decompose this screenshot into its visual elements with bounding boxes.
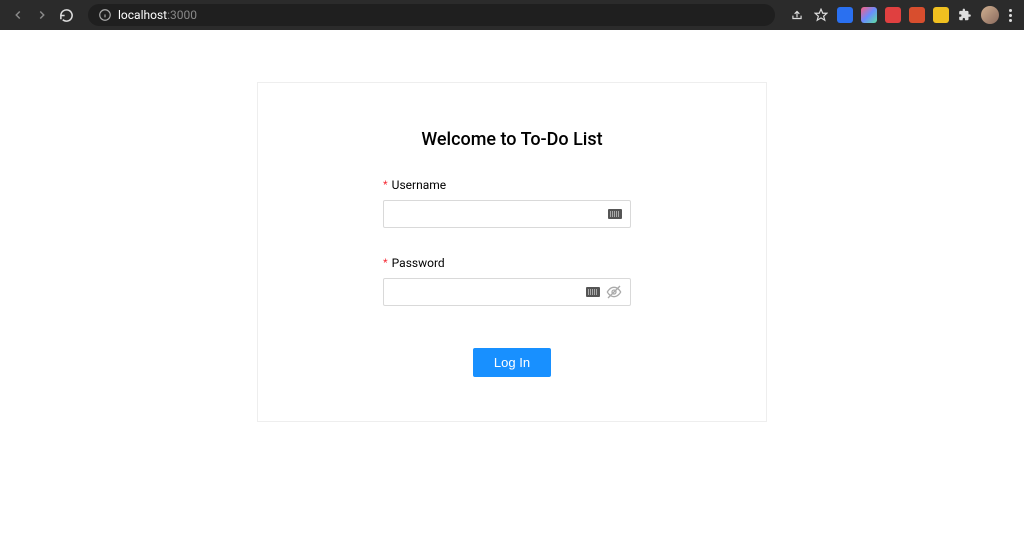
browser-chrome: localhost:3000 <box>0 0 1024 30</box>
password-row: * Password <box>383 256 641 306</box>
page-body: Welcome to To-Do List * Username * Passw… <box>0 30 1024 537</box>
extension-icon[interactable] <box>861 7 877 23</box>
profile-avatar[interactable] <box>981 6 999 24</box>
login-card: Welcome to To-Do List * Username * Passw… <box>257 82 767 422</box>
address-bar[interactable]: localhost:3000 <box>88 4 775 26</box>
password-input-wrap <box>383 278 631 306</box>
login-button[interactable]: Log In <box>473 348 551 377</box>
menu-dots-icon[interactable] <box>1007 9 1014 22</box>
bookmark-star-icon[interactable] <box>813 7 829 23</box>
extension-icon[interactable] <box>885 7 901 23</box>
required-mark: * <box>383 178 388 192</box>
page-title: Welcome to To-Do List <box>258 129 766 150</box>
password-input[interactable] <box>392 285 582 300</box>
extension-icon[interactable] <box>909 7 925 23</box>
username-input-wrap <box>383 200 631 228</box>
username-label: * Username <box>383 178 641 192</box>
share-icon[interactable] <box>789 7 805 23</box>
extension-icon[interactable] <box>933 7 949 23</box>
extension-icon[interactable] <box>837 7 853 23</box>
required-mark: * <box>383 256 388 270</box>
submit-row: Log In <box>383 348 641 377</box>
reload-button[interactable] <box>58 7 74 23</box>
password-label: * Password <box>383 256 641 270</box>
username-input[interactable] <box>392 207 604 222</box>
login-form: * Username * Password <box>258 178 766 377</box>
url-text: localhost:3000 <box>118 8 197 22</box>
back-button[interactable] <box>10 7 26 23</box>
username-row: * Username <box>383 178 641 228</box>
autofill-icon[interactable] <box>586 287 600 297</box>
autofill-icon[interactable] <box>608 209 622 219</box>
extensions-puzzle-icon[interactable] <box>957 7 973 23</box>
site-info-icon[interactable] <box>98 8 112 22</box>
toggle-password-visibility-icon[interactable] <box>606 284 622 300</box>
forward-button[interactable] <box>34 7 50 23</box>
